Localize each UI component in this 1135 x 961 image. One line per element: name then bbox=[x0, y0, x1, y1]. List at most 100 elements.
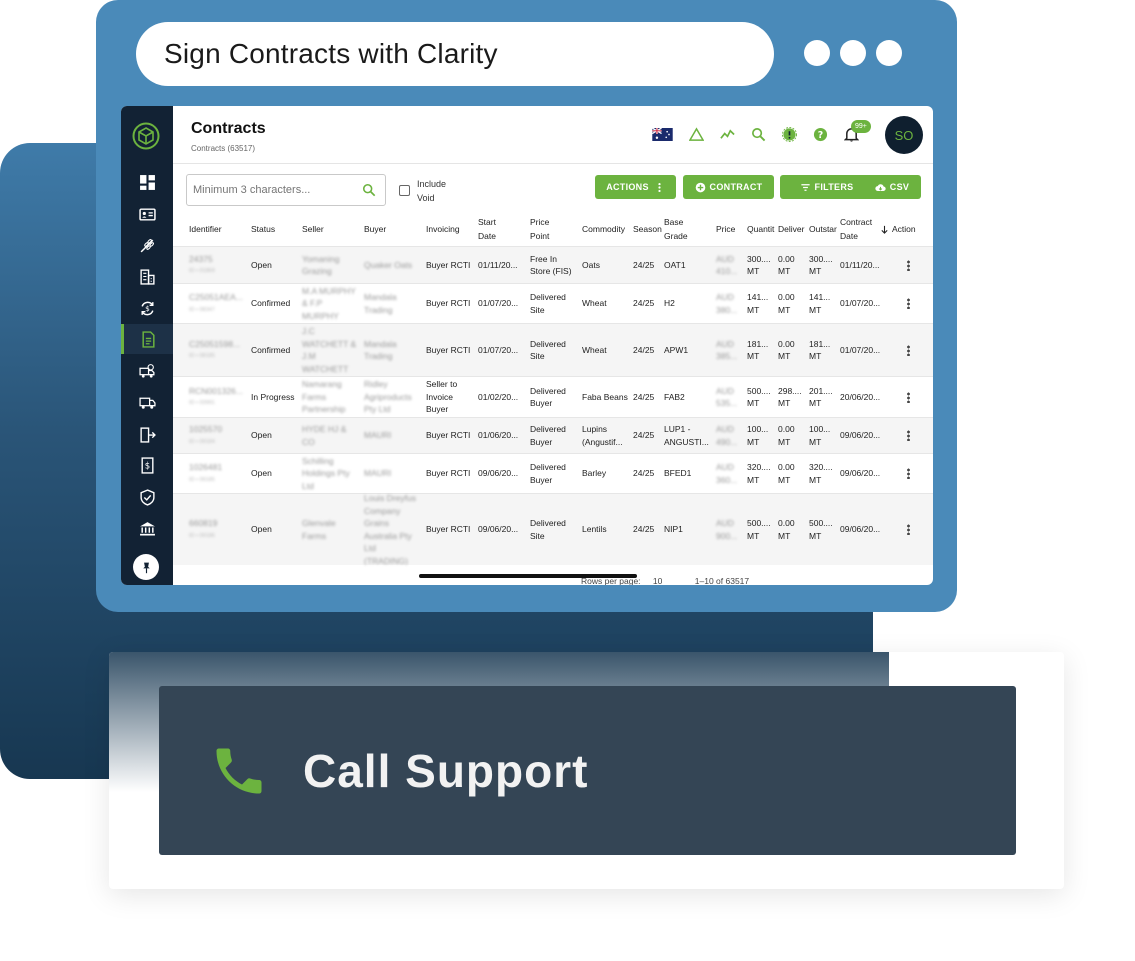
flag-au-icon bbox=[651, 127, 673, 141]
cell-subtext: ID • 03991 bbox=[189, 400, 215, 406]
col-quantity[interactable]: Quantit bbox=[747, 210, 777, 248]
settings-button[interactable] bbox=[781, 126, 797, 142]
sidebar-item-invoices[interactable]: $ bbox=[121, 450, 173, 480]
cell-text: APW1 bbox=[664, 344, 689, 355]
cell-text: 181... MT bbox=[809, 338, 831, 362]
window-dot[interactable] bbox=[804, 40, 830, 66]
global-search-button[interactable] bbox=[750, 126, 766, 142]
sidebar-item-payments[interactable]: $ bbox=[121, 293, 173, 323]
row-actions-button[interactable] bbox=[907, 324, 910, 376]
rows-per-page-select[interactable]: 10 bbox=[653, 576, 662, 585]
page-header: Contracts Contracts (63517) ? 99+ SO bbox=[173, 106, 933, 164]
cell-delivered: 0.00 MT bbox=[778, 494, 808, 565]
col-invoicing[interactable]: Invoicing bbox=[426, 210, 473, 248]
col-delivered[interactable]: Deliver bbox=[778, 210, 808, 248]
sidebar-item-outloads[interactable] bbox=[121, 419, 173, 449]
sidebar-item-organisations[interactable] bbox=[121, 261, 173, 291]
market-button[interactable] bbox=[719, 126, 735, 142]
row-actions-button[interactable] bbox=[907, 418, 910, 453]
cell-invoicing: Buyer RCTI bbox=[426, 418, 474, 453]
cell-status: Confirmed bbox=[251, 284, 297, 323]
cell-seller: Glenvale Farms bbox=[302, 494, 357, 565]
table-row[interactable]: C25051AEA... ID • 08347 Confirmed M.A MURPH… bbox=[173, 283, 933, 323]
col-action[interactable]: Action bbox=[880, 210, 926, 248]
sidebar-item-tracking[interactable] bbox=[121, 356, 173, 386]
col-commodity[interactable]: Commodity bbox=[582, 210, 634, 248]
row-actions-button[interactable] bbox=[907, 454, 910, 493]
cell-text: Open bbox=[251, 430, 272, 441]
col-identifier[interactable]: Identifier bbox=[189, 210, 245, 248]
region-button[interactable] bbox=[651, 126, 673, 142]
table-row[interactable]: 660819 ID • 09186 Open Glenvale Farms Louis … bbox=[173, 493, 933, 565]
cell-qty: 141... MT bbox=[747, 284, 777, 323]
cell-price-point: Delivered Site bbox=[530, 284, 578, 323]
sidebar-pin-button[interactable] bbox=[133, 554, 159, 580]
trend-icon bbox=[719, 128, 735, 139]
csv-export-button[interactable]: CSV bbox=[863, 175, 921, 199]
row-actions-button[interactable] bbox=[907, 284, 910, 323]
cell-delivered: 0.00 MT bbox=[778, 324, 808, 376]
cell-buyer: Louis Dreyfus Company Grains Australia P… bbox=[364, 494, 421, 565]
cell-text: Confirmed bbox=[251, 298, 291, 309]
col-outstanding[interactable]: Outstar bbox=[809, 210, 839, 248]
invoice-icon: $ bbox=[140, 456, 154, 474]
col-price[interactable]: Price bbox=[716, 210, 744, 248]
window-dot[interactable] bbox=[876, 40, 902, 66]
cell-outstanding: 201.... MT bbox=[809, 377, 839, 417]
col-contract-date[interactable]: Contract Date bbox=[840, 210, 880, 248]
sidebar-item-contacts[interactable] bbox=[121, 199, 173, 229]
cell-id: 24375 ID • 01869 bbox=[189, 247, 245, 283]
cell-season: 24/25 bbox=[633, 324, 661, 376]
cell-text: 500.... MT bbox=[809, 518, 833, 541]
cell-delivered: 0.00 MT bbox=[778, 454, 808, 493]
cell-text: 24/25 bbox=[633, 344, 655, 355]
call-support-button[interactable]: Call Support bbox=[159, 686, 1016, 855]
search-icon[interactable] bbox=[362, 183, 376, 197]
cell-text: Mandala Trading bbox=[364, 292, 397, 315]
row-actions-button[interactable] bbox=[907, 377, 910, 417]
cell-text: Namarang Farms Partnership bbox=[302, 379, 346, 415]
col-status[interactable]: Status bbox=[251, 210, 297, 248]
window-dot[interactable] bbox=[840, 40, 866, 66]
col-buyer[interactable]: Buyer bbox=[364, 210, 419, 248]
help-button[interactable]: ? bbox=[812, 126, 828, 142]
table-row[interactable]: 1026481 ID • 09185 Open Schilling Holdings … bbox=[173, 453, 933, 493]
sidebar-item-deliveries[interactable] bbox=[121, 387, 173, 417]
sidebar-item-commodities[interactable] bbox=[121, 230, 173, 260]
sidebar-item-contracts[interactable] bbox=[121, 324, 173, 354]
search-input[interactable] bbox=[186, 174, 386, 206]
col-price-point[interactable]: Price Point bbox=[530, 210, 566, 248]
cell-invoicing: Buyer RCTI bbox=[426, 494, 474, 565]
col-seller[interactable]: Seller bbox=[302, 210, 357, 248]
col-start-date[interactable]: Start Date bbox=[478, 210, 516, 248]
table-row[interactable]: 1025570 ID • 09184 Open HYDE HJ & CO MAURI Bu… bbox=[173, 417, 933, 453]
cell-text: 20/06/20... bbox=[840, 391, 881, 402]
sidebar-item-dashboard[interactable] bbox=[121, 167, 173, 197]
cell-text: HYDE HJ & CO bbox=[302, 424, 347, 447]
col-base-grade[interactable]: Base Grade bbox=[664, 210, 700, 248]
cell-grade: H2 bbox=[664, 284, 712, 323]
cell-text: Louis Dreyfus Company Grains Australia P… bbox=[364, 494, 416, 565]
actions-label: ACTIONS bbox=[606, 182, 649, 192]
col-season[interactable]: Season bbox=[633, 210, 665, 248]
sidebar-item-compliance[interactable] bbox=[121, 482, 173, 512]
filters-button[interactable]: FILTERS bbox=[780, 175, 873, 199]
table-row[interactable]: 24375 ID • 01869 Open Yomaning Grazing Quake… bbox=[173, 246, 933, 283]
include-void-checkbox[interactable] bbox=[399, 185, 410, 196]
cell-text: 181... MT bbox=[747, 338, 769, 362]
table-row[interactable]: RCN001326... ID • 03991 In Progress Namaran… bbox=[173, 376, 933, 417]
avatar[interactable]: SO bbox=[885, 116, 923, 154]
table-row[interactable]: C25051598... ID • 08185 Confirmed J.C WATCH… bbox=[173, 323, 933, 376]
alerts-button[interactable] bbox=[688, 126, 704, 142]
cell-season: 24/25 bbox=[633, 247, 661, 283]
row-actions-button[interactable] bbox=[907, 494, 910, 565]
cell-price-point: Delivered Buyer bbox=[530, 377, 578, 417]
add-circle-icon bbox=[695, 182, 705, 192]
add-contract-button[interactable]: CONTRACT bbox=[683, 175, 774, 199]
window-dots bbox=[804, 40, 902, 66]
row-actions-button[interactable] bbox=[907, 247, 910, 283]
actions-button[interactable]: ACTIONS bbox=[595, 175, 676, 199]
sidebar-item-finance[interactable] bbox=[121, 513, 173, 543]
table-header: Identifier Status Seller Buyer Invoicing… bbox=[173, 210, 933, 248]
cell-text: NIP1 bbox=[664, 524, 683, 535]
